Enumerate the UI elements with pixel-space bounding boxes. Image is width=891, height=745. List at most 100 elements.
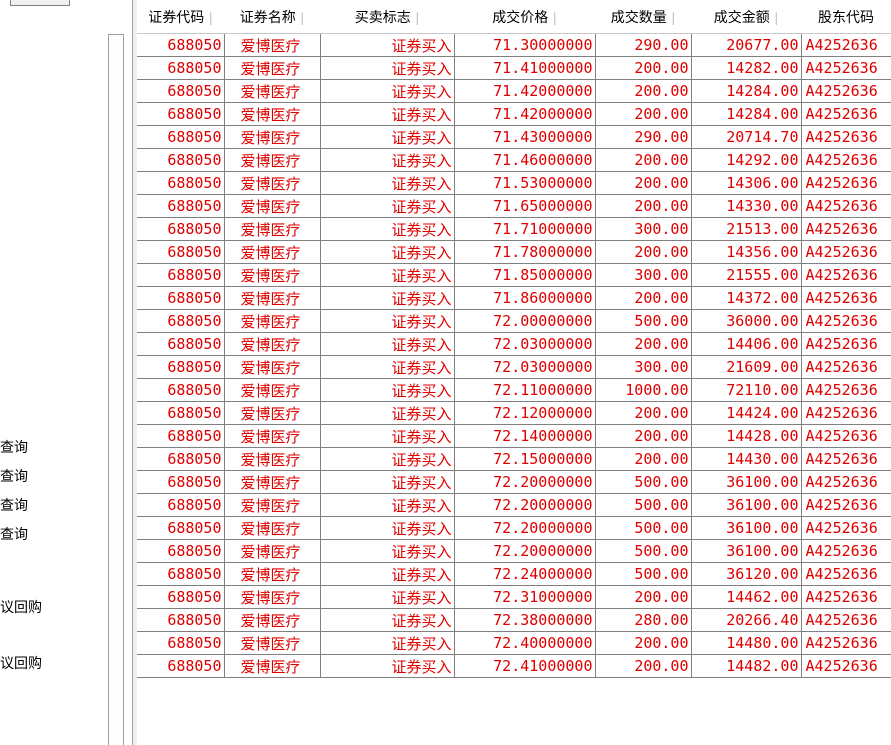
cell-acct: A4252636 bbox=[801, 654, 891, 678]
table-row[interactable]: 688050 爱博医疗 证券买入 71.43000000 290.00 20714.70 A… bbox=[137, 125, 891, 149]
cell-amount: 14282.00 bbox=[691, 56, 802, 80]
cell-code: 688050 bbox=[137, 631, 225, 655]
table-row[interactable]: 688050 爱博医疗 证券买入 72.20000000 500.00 36100.00 A… bbox=[137, 539, 891, 563]
table-row[interactable]: 688050 爱博医疗 证券买入 72.00000000 500.00 36000.00 A… bbox=[137, 309, 891, 333]
cell-acct: A4252636 bbox=[801, 194, 891, 218]
table-row[interactable]: 688050 爱博医疗 证券买入 71.42000000 200.00 14284.00 A… bbox=[137, 79, 891, 103]
nav-item-query-2[interactable]: 查询 bbox=[0, 466, 28, 486]
left-nav-pane: 查询 查询 查询 查询 议回购 议回购 bbox=[0, 0, 132, 745]
col-header-quantity[interactable]: 成交数量 | bbox=[595, 0, 691, 34]
table-row[interactable]: 688050 爱博医疗 证券买入 72.03000000 300.00 21609.00 A… bbox=[137, 355, 891, 379]
nav-item-query-1[interactable]: 查询 bbox=[0, 437, 28, 457]
col-header-amount[interactable]: 成交金额 | bbox=[691, 0, 801, 34]
cell-qty: 200.00 bbox=[595, 631, 692, 655]
cell-name: 爱博医疗 bbox=[224, 79, 321, 103]
cell-side: 证券买入 bbox=[320, 562, 455, 586]
table-row[interactable]: 688050 爱博医疗 证券买入 72.20000000 500.00 36100.00 A… bbox=[137, 516, 891, 540]
table-row[interactable]: 688050 爱博医疗 证券买入 72.12000000 200.00 14424.00 A… bbox=[137, 401, 891, 425]
col-header-price[interactable]: 成交价格 | bbox=[454, 0, 595, 34]
table-row[interactable]: 688050 爱博医疗 证券买入 71.41000000 200.00 14282.00 A… bbox=[137, 56, 891, 80]
cell-acct: A4252636 bbox=[801, 217, 891, 241]
cell-qty: 500.00 bbox=[595, 493, 692, 517]
table-row[interactable]: 688050 爱博医疗 证券买入 71.65000000 200.00 14330.00 A… bbox=[137, 194, 891, 218]
cell-name: 爱博医疗 bbox=[224, 309, 321, 333]
cell-acct: A4252636 bbox=[801, 263, 891, 287]
table-row[interactable]: 688050 爱博医疗 证券买入 72.03000000 200.00 14406.00 A… bbox=[137, 332, 891, 356]
cell-price: 72.31000000 bbox=[454, 585, 596, 609]
cell-name: 爱博医疗 bbox=[224, 539, 321, 563]
table-row[interactable]: 688050 爱博医疗 证券买入 71.53000000 200.00 14306.00 A… bbox=[137, 171, 891, 195]
cell-amount: 20677.00 bbox=[691, 33, 802, 57]
trade-table: 证券代码 | 证券名称 | 买卖标志 | 成交价格 | 成交数量 | 成交金额 … bbox=[137, 0, 891, 678]
cell-amount: 20266.40 bbox=[691, 608, 802, 632]
table-row[interactable]: 688050 爱博医疗 证券买入 71.78000000 200.00 14356.00 A… bbox=[137, 240, 891, 264]
table-row[interactable]: 688050 爱博医疗 证券买入 72.20000000 500.00 36100.00 A… bbox=[137, 493, 891, 517]
cell-price: 72.41000000 bbox=[454, 654, 596, 678]
table-row[interactable]: 688050 爱博医疗 证券买入 71.86000000 200.00 14372.00 A… bbox=[137, 286, 891, 310]
cell-qty: 300.00 bbox=[595, 355, 692, 379]
cell-qty: 500.00 bbox=[595, 539, 692, 563]
cell-acct: A4252636 bbox=[801, 309, 891, 333]
cell-code: 688050 bbox=[137, 539, 225, 563]
cell-amount: 14428.00 bbox=[691, 424, 802, 448]
col-header-code[interactable]: 证券代码 | bbox=[137, 0, 224, 34]
cell-qty: 300.00 bbox=[595, 263, 692, 287]
cell-amount: 36100.00 bbox=[691, 470, 802, 494]
left-scrollbar[interactable] bbox=[108, 34, 124, 745]
col-header-name[interactable]: 证券名称 | bbox=[224, 0, 320, 34]
cell-qty: 200.00 bbox=[595, 424, 692, 448]
cell-side: 证券买入 bbox=[320, 355, 455, 379]
table-row[interactable]: 688050 爱博医疗 证券买入 71.30000000 290.00 20677.00 A… bbox=[137, 33, 891, 57]
table-row[interactable]: 688050 爱博医疗 证券买入 72.14000000 200.00 14428.00 A… bbox=[137, 424, 891, 448]
cell-name: 爱博医疗 bbox=[224, 56, 321, 80]
cell-amount: 14356.00 bbox=[691, 240, 802, 264]
nav-item-repo-2[interactable]: 议回购 bbox=[0, 653, 42, 673]
left-top-button[interactable] bbox=[10, 0, 70, 6]
cell-amount: 20714.70 bbox=[691, 125, 802, 149]
nav-item-repo-1[interactable]: 议回购 bbox=[0, 597, 42, 617]
nav-item-query-3[interactable]: 查询 bbox=[0, 495, 28, 515]
table-row[interactable]: 688050 爱博医疗 证券买入 72.31000000 200.00 14462.00 A… bbox=[137, 585, 891, 609]
nav-item-query-4[interactable]: 查询 bbox=[0, 524, 28, 544]
cell-code: 688050 bbox=[137, 470, 225, 494]
cell-side: 证券买入 bbox=[320, 171, 455, 195]
cell-code: 688050 bbox=[137, 125, 225, 149]
table-row[interactable]: 688050 爱博医疗 证券买入 71.71000000 300.00 21513.00 A… bbox=[137, 217, 891, 241]
table-row[interactable]: 688050 爱博医疗 证券买入 71.42000000 200.00 14284.00 A… bbox=[137, 102, 891, 126]
cell-side: 证券买入 bbox=[320, 378, 455, 402]
table-row[interactable]: 688050 爱博医疗 证券买入 72.24000000 500.00 36120.00 A… bbox=[137, 562, 891, 586]
cell-code: 688050 bbox=[137, 332, 225, 356]
cell-amount: 14482.00 bbox=[691, 654, 802, 678]
cell-qty: 200.00 bbox=[595, 194, 692, 218]
cell-name: 爱博医疗 bbox=[224, 286, 321, 310]
table-row[interactable]: 688050 爱博医疗 证券买入 71.46000000 200.00 14292.00 A… bbox=[137, 148, 891, 172]
cell-code: 688050 bbox=[137, 654, 225, 678]
cell-price: 71.42000000 bbox=[454, 79, 596, 103]
table-row[interactable]: 688050 爱博医疗 证券买入 72.41000000 200.00 14482.00 A… bbox=[137, 654, 891, 678]
table-row[interactable]: 688050 爱博医疗 证券买入 72.11000000 1000.00 72110.00… bbox=[137, 378, 891, 402]
cell-acct: A4252636 bbox=[801, 470, 891, 494]
trade-records-grid: 证券代码 | 证券名称 | 买卖标志 | 成交价格 | 成交数量 | 成交金额 … bbox=[137, 0, 891, 745]
table-row[interactable]: 688050 爱博医疗 证券买入 72.20000000 500.00 36100.00 A… bbox=[137, 470, 891, 494]
col-header-account[interactable]: 股东代码 bbox=[801, 0, 891, 34]
cell-side: 证券买入 bbox=[320, 493, 455, 517]
cell-qty: 280.00 bbox=[595, 608, 692, 632]
col-header-side[interactable]: 买卖标志 | bbox=[320, 0, 454, 34]
cell-price: 72.03000000 bbox=[454, 332, 596, 356]
table-row[interactable]: 688050 爱博医疗 证券买入 71.85000000 300.00 21555.00 A… bbox=[137, 263, 891, 287]
cell-code: 688050 bbox=[137, 309, 225, 333]
cell-amount: 14462.00 bbox=[691, 585, 802, 609]
cell-code: 688050 bbox=[137, 33, 225, 57]
table-body: 688050 爱博医疗 证券买入 71.30000000 290.00 20677.00 A… bbox=[137, 33, 891, 678]
table-row[interactable]: 688050 爱博医疗 证券买入 72.38000000 280.00 20266.40 A… bbox=[137, 608, 891, 632]
cell-name: 爱博医疗 bbox=[224, 171, 321, 195]
table-row[interactable]: 688050 爱博医疗 证券买入 72.40000000 200.00 14480.00 A… bbox=[137, 631, 891, 655]
cell-qty: 200.00 bbox=[595, 332, 692, 356]
table-row[interactable]: 688050 爱博医疗 证券买入 72.15000000 200.00 14430.00 A… bbox=[137, 447, 891, 471]
cell-qty: 200.00 bbox=[595, 102, 692, 126]
cell-amount: 36100.00 bbox=[691, 516, 802, 540]
cell-price: 72.03000000 bbox=[454, 355, 596, 379]
cell-side: 证券买入 bbox=[320, 631, 455, 655]
cell-code: 688050 bbox=[137, 194, 225, 218]
cell-qty: 1000.00 bbox=[595, 378, 692, 402]
